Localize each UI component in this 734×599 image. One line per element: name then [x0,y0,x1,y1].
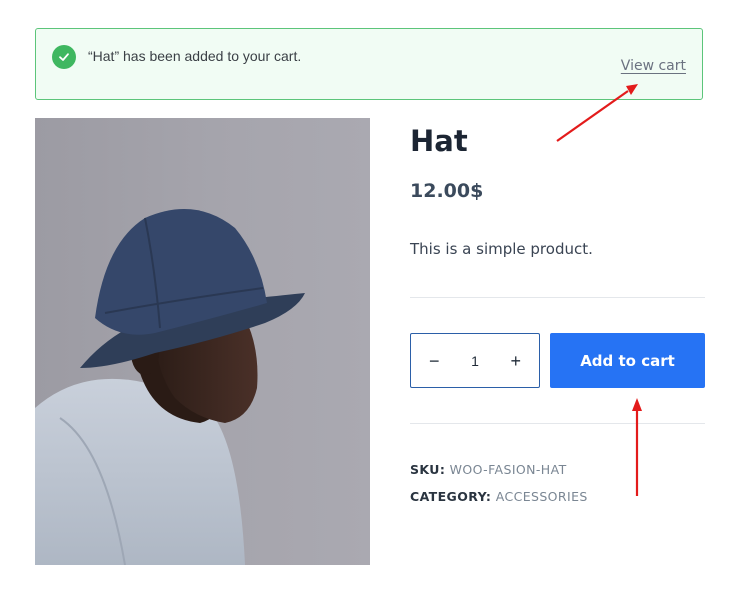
product-image [35,118,370,565]
product-photo-illustration [35,209,305,565]
divider [410,297,705,298]
product-title: Hat [410,124,468,158]
category-link[interactable]: ACCESSORIES [496,489,588,504]
add-to-cart-button[interactable]: Add to cart [550,333,705,388]
view-cart-link[interactable]: View cart [621,58,686,74]
check-circle-icon [52,45,76,69]
sku-row: SKU: WOO-FASION-HAT [410,462,567,477]
category-row: CATEGORY: ACCESSORIES [410,489,588,504]
category-label: CATEGORY: [410,489,492,504]
divider [410,423,705,424]
product-price: 12.00$ [410,180,484,202]
sku-label: SKU: [410,462,446,477]
quantity-value[interactable]: 1 [471,353,479,369]
cart-notice: “Hat” has been added to your cart. View … [35,28,703,100]
minus-icon[interactable]: − [429,352,440,370]
quantity-stepper[interactable]: − 1 + [410,333,540,388]
plus-icon[interactable]: + [510,352,521,370]
notice-message: “Hat” has been added to your cart. [88,48,302,64]
sku-value: WOO-FASION-HAT [449,462,567,477]
arrow-head-icon [632,398,642,411]
product-description: This is a simple product. [410,240,593,258]
